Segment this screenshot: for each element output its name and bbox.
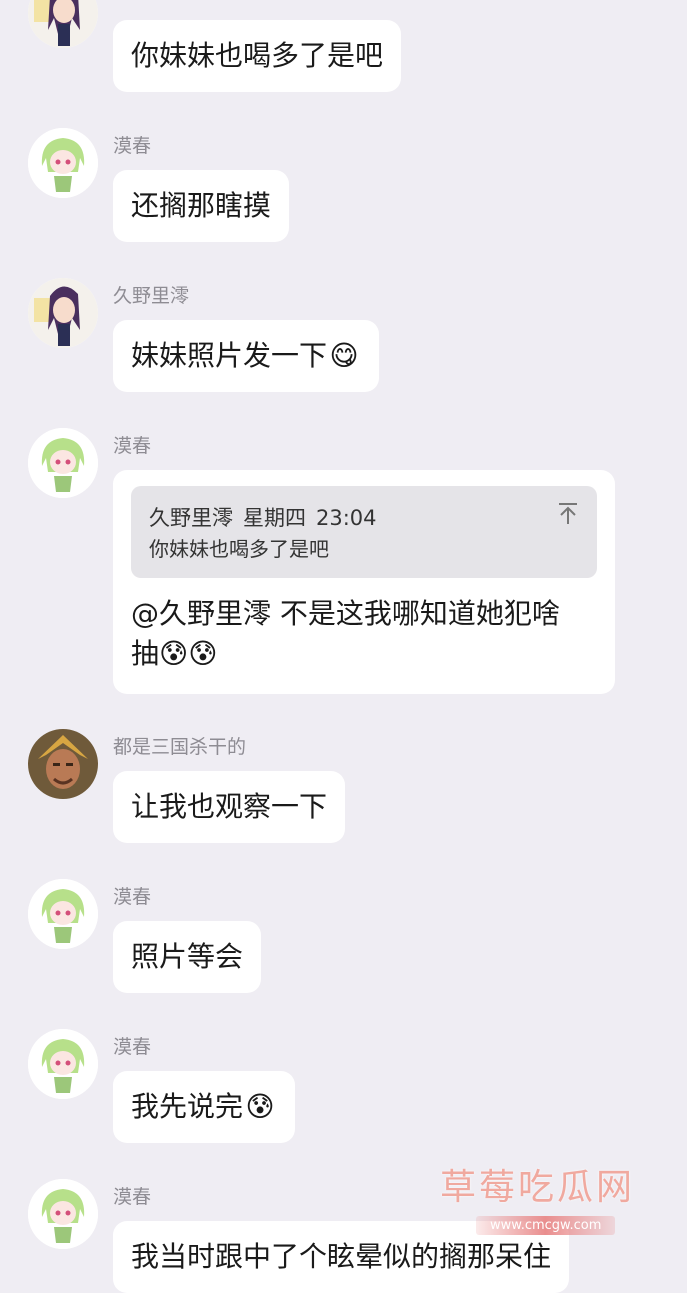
message-bubble[interactable]: 照片等会 bbox=[113, 921, 262, 993]
message-text: 你妹妹也喝多了是吧 bbox=[131, 39, 384, 72]
message-text: 还搁那瞎摸 bbox=[131, 189, 272, 222]
sender-name: 都是三国杀干的 bbox=[113, 736, 247, 758]
green-hair-girl-avatar-icon bbox=[28, 1029, 98, 1099]
anxious-face-emoji-icon: 😰😰 bbox=[159, 637, 218, 670]
message-text-line-2: 抽😰😰 bbox=[131, 634, 597, 674]
quote-sender: 久野里澪 bbox=[149, 506, 233, 530]
message-text: 让我也观察一下 bbox=[131, 790, 328, 823]
avatar[interactable] bbox=[28, 729, 98, 799]
sender-name: 漠春 bbox=[113, 1186, 152, 1208]
sender-name: 漠春 bbox=[113, 1036, 152, 1058]
green-hair-girl-avatar-icon bbox=[28, 128, 98, 198]
green-hair-girl-avatar-icon bbox=[28, 428, 98, 498]
sender-name: 漠春 bbox=[113, 435, 152, 457]
purple-hair-girl-avatar-icon bbox=[28, 278, 98, 348]
avatar[interactable] bbox=[28, 0, 98, 48]
message-bubble[interactable]: 我当时跟中了个眩晕似的搁那呆住 bbox=[113, 1221, 570, 1293]
green-hair-girl-avatar-icon bbox=[28, 1179, 98, 1249]
avatar[interactable] bbox=[28, 128, 98, 198]
sender-name: 漠春 bbox=[113, 135, 152, 157]
quote-day: 星期四 bbox=[243, 506, 306, 530]
warrior-avatar-icon bbox=[28, 729, 98, 799]
purple-hair-girl-avatar-icon bbox=[28, 0, 98, 48]
quoted-message[interactable]: 久野里澪 星期四 23:04 你妹妹也喝多了是吧 bbox=[131, 486, 597, 578]
watermark-title: 草莓吃瓜网 bbox=[440, 1167, 636, 1208]
avatar[interactable] bbox=[28, 428, 98, 498]
message-text: 我当时跟中了个眩晕似的搁那呆住 bbox=[131, 1240, 552, 1273]
message-text-line-1: @久野里澪 不是这我哪知道她犯啥 bbox=[131, 597, 560, 630]
message-bubble[interactable]: 让我也观察一下 bbox=[113, 771, 346, 843]
avatar[interactable] bbox=[28, 1029, 98, 1099]
message-text: @久野里澪 不是这我哪知道她犯啥 抽😰😰 bbox=[131, 594, 597, 674]
avatar[interactable] bbox=[28, 278, 98, 348]
message-text: 照片等会 bbox=[131, 940, 244, 973]
message-bubble[interactable]: 还搁那瞎摸 bbox=[113, 170, 290, 242]
message-text-line-2-text: 抽 bbox=[131, 637, 160, 670]
smiling-face-emoji-icon: 😋 bbox=[329, 339, 359, 372]
quote-text: 你妹妹也喝多了是吧 bbox=[149, 537, 329, 561]
quote-header: 久野里澪 星期四 23:04 bbox=[149, 502, 579, 534]
message-bubble[interactable]: 妹妹照片发一下😋 bbox=[113, 320, 380, 392]
green-hair-girl-avatar-icon bbox=[28, 879, 98, 949]
message-bubble[interactable]: 你妹妹也喝多了是吧 bbox=[113, 20, 402, 92]
message-text: 妹妹照片发一下 bbox=[131, 339, 328, 372]
sender-name: 漠春 bbox=[113, 886, 152, 908]
jump-to-message-icon[interactable] bbox=[557, 502, 579, 526]
message-bubble[interactable]: 我先说完😰 bbox=[113, 1071, 296, 1143]
avatar[interactable] bbox=[28, 1179, 98, 1249]
anxious-face-emoji-icon: 😰 bbox=[245, 1090, 275, 1123]
sender-name: 久野里澪 bbox=[113, 285, 190, 307]
message-text: 我先说完 bbox=[131, 1090, 244, 1123]
avatar[interactable] bbox=[28, 879, 98, 949]
quote-time: 23:04 bbox=[316, 506, 377, 530]
reply-message-bubble[interactable]: 久野里澪 星期四 23:04 你妹妹也喝多了是吧 @久野里澪 不是这我哪知道她犯啥 … bbox=[113, 470, 615, 694]
